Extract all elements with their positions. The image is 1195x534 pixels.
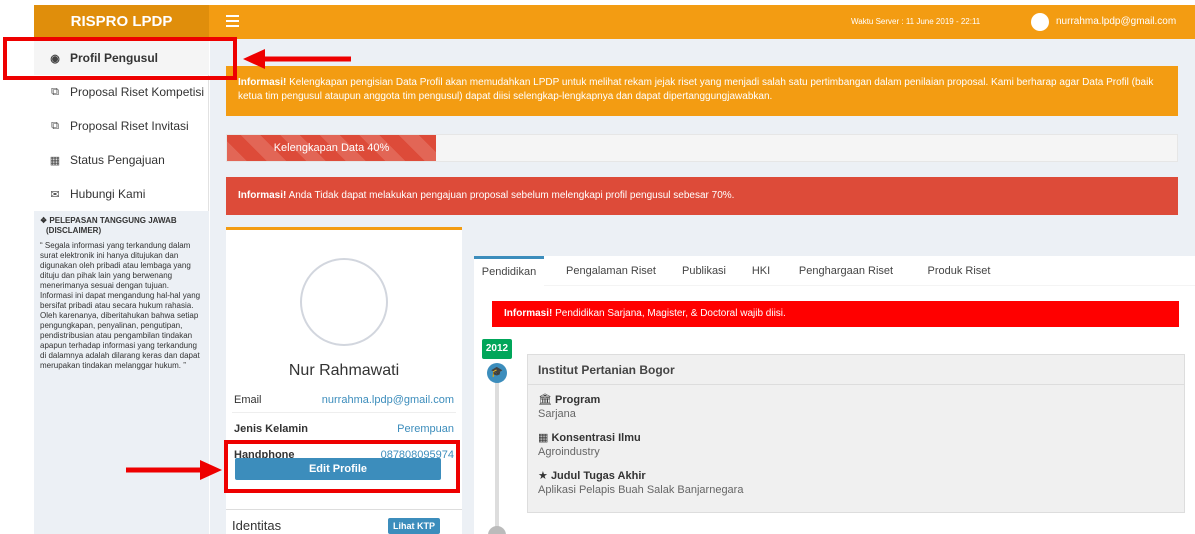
copy-icon: ⧉ xyxy=(51,119,59,132)
disclaimer-title: PELEPASAN TANGGUNG JAWAB xyxy=(49,216,177,225)
sidebar-item-proposal-invitasi[interactable]: ⧉ Proposal Riset Invitasi xyxy=(34,109,209,143)
identitas-label: Identitas xyxy=(232,518,282,533)
callout-prefix: Informasi! xyxy=(238,77,287,88)
callout-text: Anda Tidak dapat melakukan pengajuan pro… xyxy=(286,190,735,201)
grid-icon: ▦ xyxy=(49,154,61,167)
copy-icon: ⧉ xyxy=(51,85,59,98)
tab-penghargaan-riset[interactable]: Penghargaan Riset xyxy=(786,256,906,286)
tab-pengalaman-riset[interactable]: Pengalaman Riset xyxy=(556,256,666,286)
sidebar-item-hubungi-kami[interactable]: ✉ Hubungi Kami xyxy=(34,177,209,211)
field-label: Konsentrasi Ilmu xyxy=(551,432,641,444)
education-tabs-panel: Pendidikan Pengalaman Riset Publikasi HK… xyxy=(474,256,1195,534)
disclaimer-panel: ❖ PELEPASAN TANGGUNG JAWAB (DISCLAIMER) … xyxy=(34,211,209,534)
tab-hki[interactable]: HKI xyxy=(744,256,778,286)
annotation-box-profil xyxy=(3,37,237,80)
user-avatar[interactable] xyxy=(1031,13,1049,31)
sidebar-item-label: Proposal Riset Kompetisi xyxy=(70,85,205,99)
field-judul: ★ Judul Tugas Akhir Aplikasi Pelapis Bua… xyxy=(538,469,743,496)
hamburger-menu-icon[interactable] xyxy=(226,15,239,27)
callout-text: Pendidikan Sarjana, Magister, & Doctoral… xyxy=(552,308,786,319)
lihat-ktp-button[interactable]: Lihat KTP xyxy=(388,518,440,534)
field-value: Aplikasi Pelapis Buah Salak Banjarnegara xyxy=(538,484,744,496)
callout-prefix: Informasi! xyxy=(504,308,553,319)
disclaimer-body: Segala informasi yang terkandung dalam s… xyxy=(40,241,201,370)
profile-row-email: Email nurrahma.lpdp@gmail.com xyxy=(232,387,456,413)
timeline-line xyxy=(495,364,499,534)
info-education-callout: Informasi! Pendidikan Sarjana, Magister,… xyxy=(492,301,1179,327)
callout-text: Kelengkapan pengisian Data Profil akan m… xyxy=(238,77,1154,102)
top-navbar: RISPRO LPDP Waktu Server : 11 June 2019 … xyxy=(34,5,1195,39)
profile-row-value[interactable]: nurrahma.lpdp@gmail.com xyxy=(322,394,454,406)
profile-name: Nur Rahmawati xyxy=(288,362,400,379)
disclaimer-subtitle: (DISCLAIMER) xyxy=(46,226,102,235)
field-label: Program xyxy=(555,394,601,406)
annotation-arrow-left xyxy=(243,49,351,69)
callout-prefix: Informasi! xyxy=(238,190,287,201)
tab-produk-riset[interactable]: Produk Riset xyxy=(914,256,1004,286)
progress-bar: Kelengkapan Data 40% xyxy=(226,134,1178,162)
tab-bar: Pendidikan Pengalaman Riset Publikasi HK… xyxy=(474,256,1195,286)
field-konsentrasi: ▦ Konsentrasi Ilmu Agroindustry xyxy=(538,431,641,458)
profile-row-key: Email xyxy=(234,393,262,406)
tab-publikasi[interactable]: Publikasi xyxy=(674,256,734,286)
field-label: Judul Tugas Akhir xyxy=(550,470,646,482)
sidebar-item-label: Status Pengajuan xyxy=(70,153,165,167)
star-icon: ★ xyxy=(538,470,548,482)
brand-logo[interactable]: RISPRO LPDP xyxy=(34,5,209,39)
profile-row-gender: Jenis Kelamin Perempuan xyxy=(232,416,456,442)
graduation-cap-icon: 🎓 xyxy=(487,363,507,383)
sidebar-item-label: Hubungi Kami xyxy=(70,187,146,201)
annotation-box-edit xyxy=(224,440,460,493)
field-value: Agroindustry xyxy=(538,446,600,458)
info-warning-callout: Informasi! Kelengkapan pengisian Data Pr… xyxy=(226,66,1178,116)
identitas-card: Identitas Lihat KTP xyxy=(226,509,462,534)
institution-name: Institut Pertanian Bogor xyxy=(528,355,1184,385)
quote-icon: “ xyxy=(40,241,43,250)
user-email[interactable]: nurrahma.lpdp@gmail.com xyxy=(1056,16,1176,27)
bank-icon: 🏛 xyxy=(538,394,552,406)
profile-row-key: Jenis Kelamin xyxy=(234,422,308,435)
info-danger-callout: Informasi! Anda Tidak dapat melakukan pe… xyxy=(226,177,1178,215)
field-program: 🏛 Program Sarjana xyxy=(538,393,600,420)
tab-pendidikan[interactable]: Pendidikan xyxy=(474,256,544,286)
disclaimer-text: “ Segala informasi yang terkandung dalam… xyxy=(40,241,203,371)
sidebar-item-proposal-kompetisi[interactable]: ⧉ Proposal Riset Kompetisi xyxy=(34,75,209,109)
sidebar-item-label: Proposal Riset Invitasi xyxy=(70,119,189,133)
timeline-year-badge: 2012 xyxy=(482,339,512,359)
progress-fill: Kelengkapan Data 40% xyxy=(227,135,436,161)
education-timeline-item: Institut Pertanian Bogor 🏛 Program Sarja… xyxy=(527,354,1185,513)
info-icon: ❖ xyxy=(40,216,48,225)
disclaimer-heading: ❖ PELEPASAN TANGGUNG JAWAB (DISCLAIMER) xyxy=(40,216,203,236)
annotation-arrow-right xyxy=(126,460,222,480)
profile-row-value: Perempuan xyxy=(397,422,454,435)
sidebar-item-status-pengajuan[interactable]: ▦ Status Pengajuan xyxy=(34,143,209,177)
mail-icon: ✉ xyxy=(50,188,60,201)
timeline-end-marker xyxy=(488,526,506,534)
profile-avatar xyxy=(300,258,388,346)
grid-icon: ▦ xyxy=(538,432,549,444)
server-time: Waktu Server : 11 June 2019 - 22:11 xyxy=(851,17,981,26)
field-value: Sarjana xyxy=(538,408,576,420)
